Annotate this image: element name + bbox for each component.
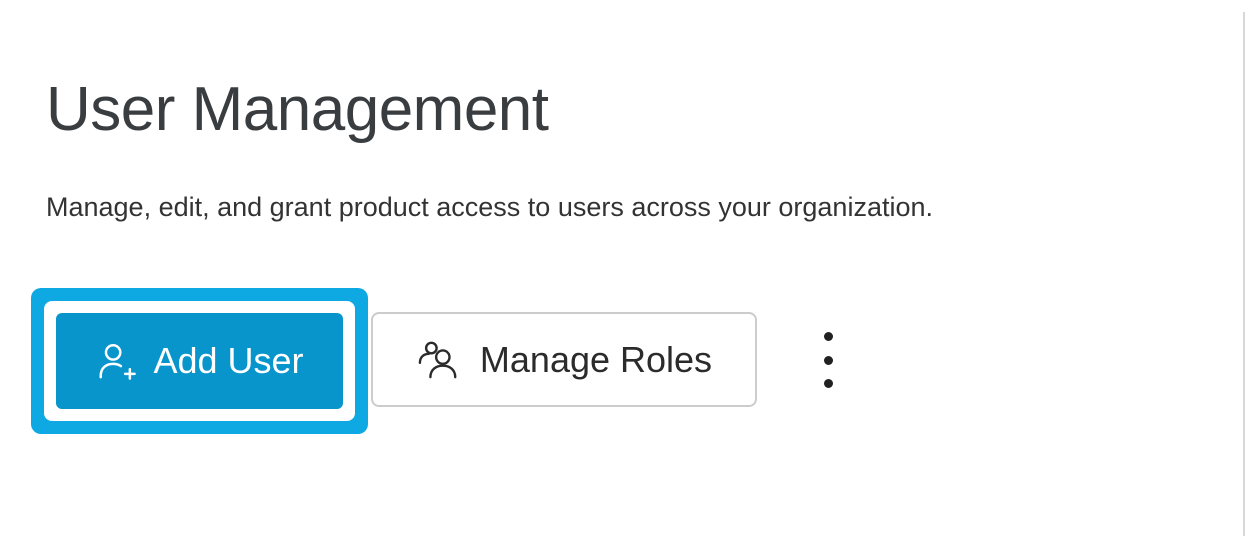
users-icon <box>416 339 462 381</box>
user-plus-icon <box>95 340 137 382</box>
kebab-menu-icon <box>823 355 833 365</box>
page-title: User Management <box>46 75 549 144</box>
add-user-focus-ring: Add User <box>31 288 368 434</box>
page-subtitle: Manage, edit, and grant product access t… <box>46 192 933 222</box>
add-user-button[interactable]: Add User <box>56 313 343 409</box>
manage-roles-button[interactable]: Manage Roles <box>371 312 757 407</box>
add-user-focus-gap: Add User <box>44 301 355 421</box>
right-border-divider <box>1243 12 1245 536</box>
user-management-page: User Management Manage, edit, and grant … <box>0 0 1252 536</box>
kebab-menu-icon <box>823 332 833 341</box>
add-user-label: Add User <box>153 340 304 381</box>
manage-roles-label: Manage Roles <box>479 338 713 380</box>
kebab-menu-icon <box>823 379 833 388</box>
more-options-button[interactable] <box>806 332 850 388</box>
